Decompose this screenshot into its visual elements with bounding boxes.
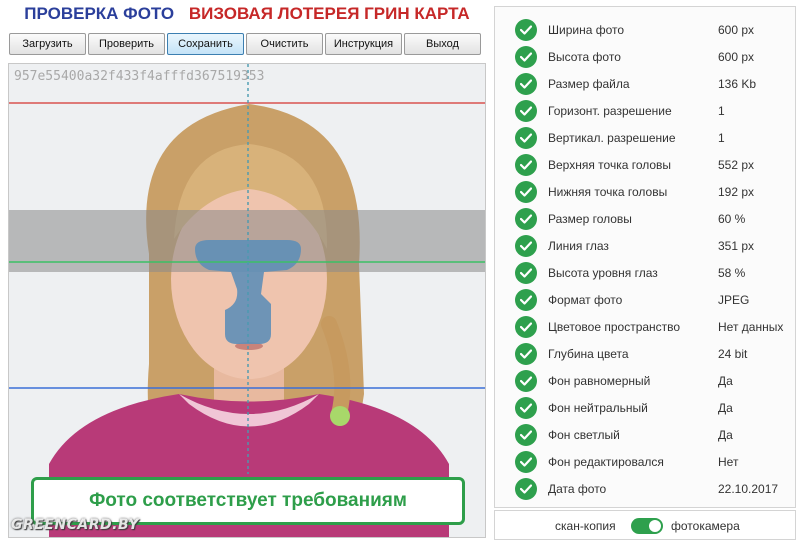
check-row: Размер головы 60 % xyxy=(495,205,795,232)
check-icon xyxy=(515,261,537,284)
check-label: Фон равномерный xyxy=(548,373,651,388)
check-row: Фон равномерный Да xyxy=(495,367,795,394)
check-value: Да xyxy=(718,400,733,415)
check-row: Глубина цвета 24 bit xyxy=(495,340,795,367)
check-label: Глубина цвета xyxy=(548,346,629,361)
check-value: 351 px xyxy=(718,238,755,253)
check-icon xyxy=(515,315,537,338)
check-value: 192 px xyxy=(718,184,755,199)
check-row: Цветовое пространство Нет данных xyxy=(495,313,795,340)
check-label: Фон нейтральный xyxy=(548,400,648,415)
check-label: Вертикал. разрешение xyxy=(548,130,676,145)
check-row: Линия глаз 351 px xyxy=(495,232,795,259)
check-row: Фон редактировался Нет xyxy=(495,448,795,475)
check-row: Вертикал. разрешение 1 xyxy=(495,124,795,151)
check-value: 1 xyxy=(718,130,725,145)
photo-preview: 957e55400a32f433f4afffd367519353 Фото со… xyxy=(8,63,486,538)
check-row: Высота фото 600 px xyxy=(495,43,795,70)
check-label: Фон светлый xyxy=(548,427,620,442)
scan-copy-label: скан-копия xyxy=(555,519,616,533)
check-icon xyxy=(515,180,537,203)
instructions-button[interactable]: Инструкция xyxy=(325,33,402,55)
check-results-panel: Ширина фото 600 px Высота фото 600 px Размер… xyxy=(494,6,796,508)
check-icon xyxy=(515,207,537,230)
check-value: JPEG xyxy=(718,292,750,307)
check-icon xyxy=(515,450,537,473)
check-label: Ширина фото xyxy=(548,22,625,37)
check-row: Горизонт. разрешение 1 xyxy=(495,97,795,124)
check-label: Формат фото xyxy=(548,292,623,307)
clear-button[interactable]: Очистить xyxy=(246,33,323,55)
check-label: Горизонт. разрешение xyxy=(548,103,672,118)
source-toggle[interactable] xyxy=(631,518,663,534)
check-label: Размер файла xyxy=(548,76,630,91)
check-value: 600 px xyxy=(718,22,755,37)
toggle-knob xyxy=(649,520,661,532)
check-value: 552 px xyxy=(718,157,755,172)
camera-label: фотокамера xyxy=(671,519,740,533)
title-check-photo: ПРОВЕРКА ФОТО xyxy=(24,4,175,23)
check-value: 24 bit xyxy=(718,346,748,361)
check-icon xyxy=(515,342,537,365)
check-label: Линия глаз xyxy=(548,238,609,253)
check-row: Высота уровня глаз 58 % xyxy=(495,259,795,286)
check-label: Верхняя точка головы xyxy=(548,157,672,172)
check-row: Размер файла 136 Kb xyxy=(495,70,795,97)
title-lottery: ВИЗОВАЯ ЛОТЕРЕЯ ГРИН КАРТА xyxy=(188,4,470,23)
check-value: 600 px xyxy=(718,49,755,64)
check-value: Нет данных xyxy=(718,319,784,334)
file-hash: 957e55400a32f433f4afffd367519353 xyxy=(14,69,265,84)
check-row: Верхняя точка головы 552 px xyxy=(495,151,795,178)
check-icon xyxy=(515,126,537,149)
verdict-text: Фото соответствует требованиям xyxy=(89,490,407,511)
check-value: 1 xyxy=(718,103,725,118)
check-value: Да xyxy=(718,427,733,442)
check-icon xyxy=(515,477,537,500)
check-icon xyxy=(515,369,537,392)
check-icon xyxy=(515,45,537,68)
check-icon xyxy=(515,396,537,419)
check-row: Дата фото 22.10.2017 xyxy=(495,475,795,502)
check-value: 60 % xyxy=(718,211,746,226)
check-icon xyxy=(515,234,537,257)
check-value: Да xyxy=(718,373,733,388)
load-button[interactable]: Загрузить xyxy=(9,33,86,55)
app-title: ПРОВЕРКА ФОТО ВИЗОВАЯ ЛОТЕРЕЯ ГРИН КАРТА xyxy=(0,4,494,24)
check-value: 22.10.2017 xyxy=(718,481,779,496)
check-label: Размер головы xyxy=(548,211,632,226)
check-icon xyxy=(515,288,537,311)
check-row: Фон светлый Да xyxy=(495,421,795,448)
check-icon xyxy=(515,423,537,446)
check-value: Нет xyxy=(718,454,739,469)
check-icon xyxy=(515,99,537,122)
check-label: Дата фото xyxy=(548,481,607,496)
exit-button[interactable]: Выход xyxy=(404,33,481,55)
check-label: Нижняя точка головы xyxy=(548,184,668,199)
check-label: Высота уровня глаз xyxy=(548,265,658,280)
portrait-photo xyxy=(9,64,485,537)
check-row: Формат фото JPEG xyxy=(495,286,795,313)
save-button[interactable]: Сохранить xyxy=(167,33,244,55)
check-row: Нижняя точка головы 192 px xyxy=(495,178,795,205)
source-mode-switch: скан-копия фотокамера xyxy=(494,510,796,540)
check-row: Фон нейтральный Да xyxy=(495,394,795,421)
check-icon xyxy=(515,18,537,41)
check-icon xyxy=(515,72,537,95)
check-value: 58 % xyxy=(718,265,746,280)
check-icon xyxy=(515,153,537,176)
site-watermark: GREENCARD.BY xyxy=(11,517,139,533)
check-label: Высота фото xyxy=(548,49,621,64)
check-row: Ширина фото 600 px xyxy=(495,16,795,43)
check-value: 136 Kb xyxy=(718,76,757,91)
check-button[interactable]: Проверить xyxy=(88,33,165,55)
check-label: Цветовое пространство xyxy=(548,319,681,334)
toolbar: Загрузить Проверить Сохранить Очистить И… xyxy=(9,33,481,55)
check-label: Фон редактировался xyxy=(548,454,664,469)
